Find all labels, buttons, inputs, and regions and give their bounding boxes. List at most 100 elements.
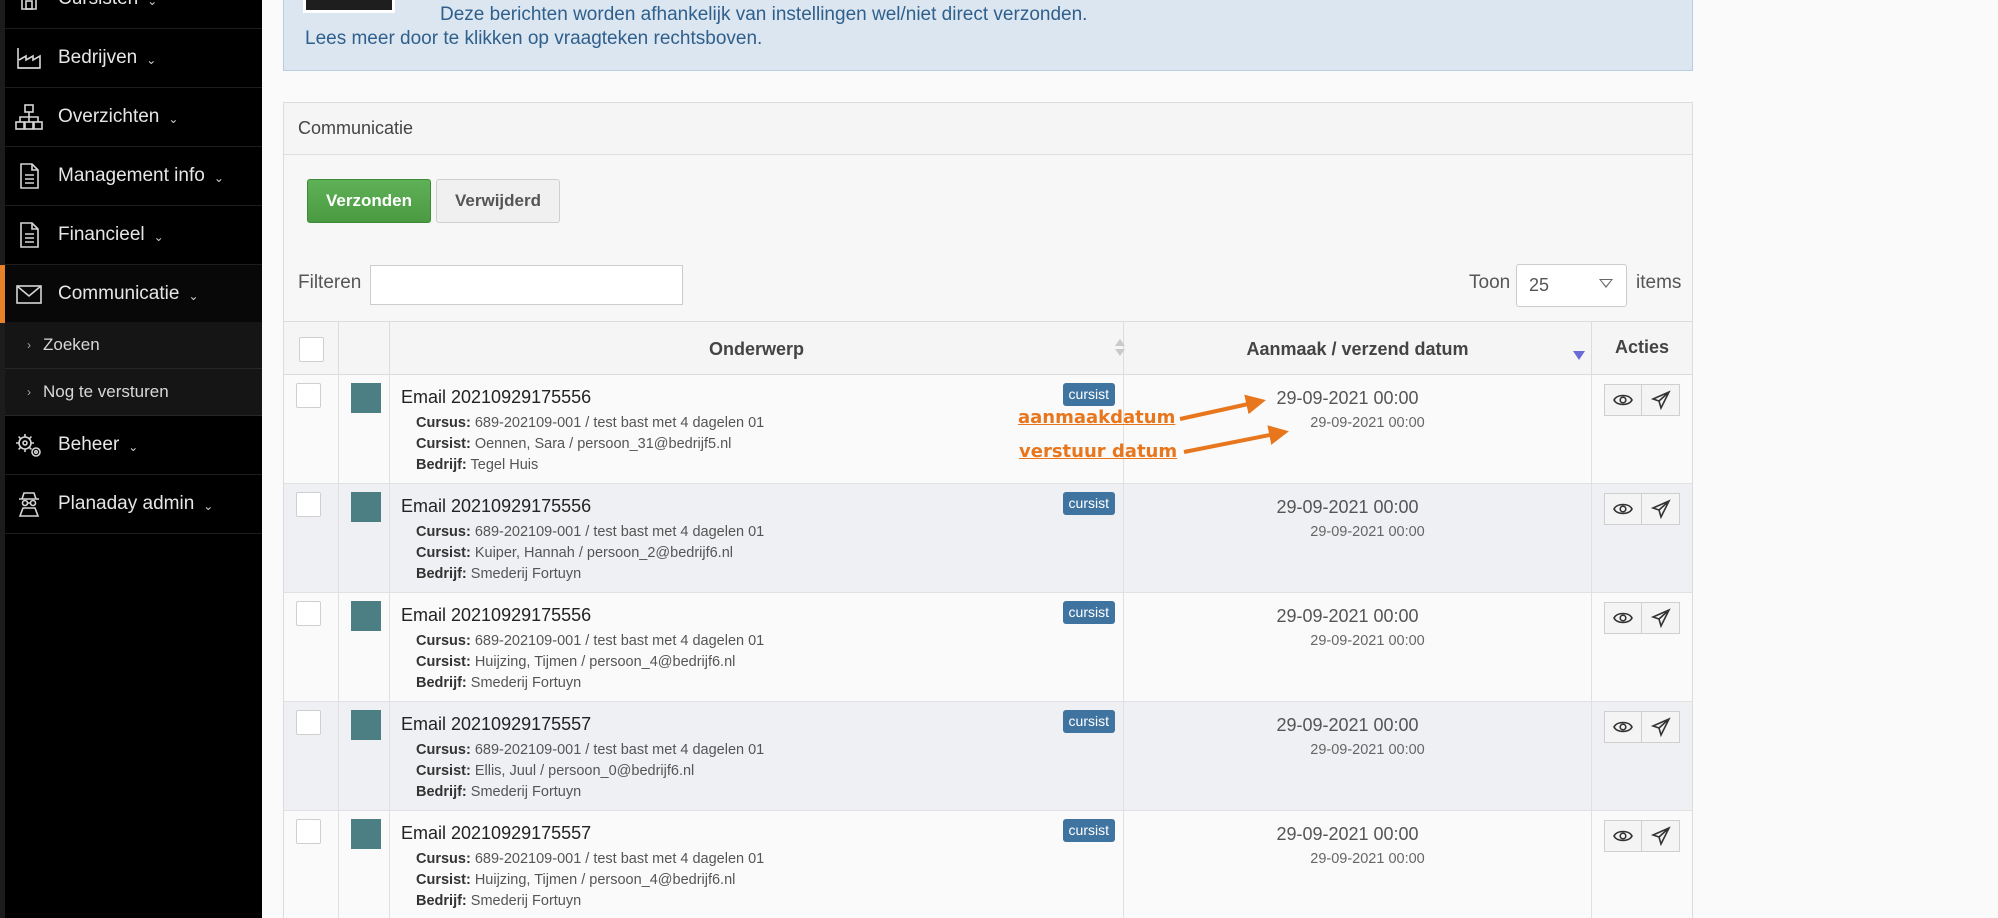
sent-date: 29-09-2021 00:00 xyxy=(1310,415,1425,431)
select-all-checkbox[interactable] xyxy=(298,336,324,362)
status-indicator xyxy=(351,819,381,849)
paper-plane-icon xyxy=(1650,608,1671,628)
sidebar-item-overzichten[interactable]: Overzichten ⌄ xyxy=(0,88,262,147)
page-size-select[interactable]: 25 xyxy=(1516,264,1627,307)
sidebar-item-label: Beheer xyxy=(58,434,120,455)
view-button[interactable] xyxy=(1604,602,1642,634)
annotation-sent-label: verstuur datum xyxy=(1019,441,1178,462)
message-company: Bedrijf: Smederij Fortuyn xyxy=(416,784,582,800)
message-course: Cursus: 689-202109-001 / test bast met 4… xyxy=(416,415,765,431)
table-row: Email 20210929175556 cursist Cursus: 689… xyxy=(284,593,1692,702)
sidebar-item-beheer[interactable]: Beheer ⌄ xyxy=(0,416,262,475)
row-subject-cell: Email 20210929175556 cursist Cursus: 689… xyxy=(390,593,1124,702)
sort-desc-icon xyxy=(1573,351,1585,360)
date-header[interactable]: Aanmaak / verzend datum xyxy=(1124,322,1592,376)
document-icon xyxy=(12,159,46,193)
sidebar-subitem-zoeken[interactable]: › Zoeken xyxy=(5,322,262,369)
info-alert: Deze berichten worden afhankelijk van in… xyxy=(283,0,1693,71)
recipient-type-badge: cursist xyxy=(1062,710,1115,733)
row-checkbox[interactable] xyxy=(296,710,321,735)
sidebar-item-bedrijven[interactable]: Bedrijven ⌄ xyxy=(0,29,262,88)
chevron-down-icon: ⌄ xyxy=(128,440,139,454)
row-subject-cell: Email 20210929175557 cursist Cursus: 689… xyxy=(390,702,1124,811)
send-button[interactable] xyxy=(1642,602,1680,634)
row-actions xyxy=(1604,384,1680,416)
row-checkbox[interactable] xyxy=(296,383,321,408)
view-button[interactable] xyxy=(1604,493,1642,525)
send-button[interactable] xyxy=(1642,493,1680,525)
sidebar-subitem-nog-te-versturen[interactable]: › Nog te versturen xyxy=(5,369,262,416)
sidebar-item-financieel[interactable]: Financieel ⌄ xyxy=(0,206,262,265)
eye-icon xyxy=(1613,394,1633,406)
chevron-down-icon: ⌄ xyxy=(168,112,179,126)
page-size-label: Toon xyxy=(1469,272,1511,293)
sidebar-item-management-info[interactable]: Management info ⌄ xyxy=(0,147,262,206)
row-select-cell xyxy=(284,375,339,484)
created-date: 29-09-2021 00:00 xyxy=(1276,497,1419,517)
row-status-cell xyxy=(339,375,390,484)
info-text-line2: Lees meer door te klikken op vraagteken … xyxy=(305,28,763,49)
status-indicator xyxy=(351,492,381,522)
recipient-type-badge: cursist xyxy=(1062,819,1115,842)
row-subject-cell: Email 20210929175556 cursist Cursus: 689… xyxy=(390,375,1124,484)
row-actions-cell xyxy=(1592,702,1692,811)
row-status-cell xyxy=(339,702,390,811)
chevron-down-icon: ⌄ xyxy=(146,53,157,67)
chevron-down-icon: ⌄ xyxy=(203,499,214,513)
paper-plane-icon xyxy=(1650,717,1671,737)
chevron-down-icon: ⌄ xyxy=(147,0,158,8)
sidebar-item-planaday-admin[interactable]: Planaday admin ⌄ xyxy=(0,475,262,534)
row-actions xyxy=(1604,602,1680,634)
sent-date: 29-09-2021 00:00 xyxy=(1310,851,1425,867)
message-title: Email 20210929175557 xyxy=(401,714,592,734)
row-actions-cell xyxy=(1592,593,1692,702)
row-select-cell xyxy=(284,702,339,811)
envelope-icon xyxy=(12,277,46,311)
sidebar-item-label: Communicatie xyxy=(58,283,180,304)
sidebar-item-cursisten[interactable]: Cursisten ⌄ xyxy=(0,0,262,29)
row-date-cell: 29-09-2021 00:00 29-09-2021 00:00 xyxy=(1124,593,1592,702)
filter-input[interactable] xyxy=(370,265,683,305)
sent-button[interactable]: Verzonden xyxy=(307,179,431,223)
view-button[interactable] xyxy=(1604,711,1642,743)
row-status-cell xyxy=(339,484,390,593)
send-button[interactable] xyxy=(1642,384,1680,416)
row-actions xyxy=(1604,493,1680,525)
eye-icon xyxy=(1613,830,1633,842)
send-button[interactable] xyxy=(1642,820,1680,852)
message-company: Bedrijf: Smederij Fortuyn xyxy=(416,893,582,909)
sidebar-item-label: Financieel xyxy=(58,224,145,245)
row-date-cell: 29-09-2021 00:00 29-09-2021 00:00 xyxy=(1124,484,1592,593)
row-date-cell: 29-09-2021 00:00 29-09-2021 00:00 xyxy=(1124,375,1592,484)
message-title: Email 20210929175557 xyxy=(401,823,592,843)
deleted-button[interactable]: Verwijderd xyxy=(436,179,560,223)
row-checkbox[interactable] xyxy=(296,601,321,626)
subject-header[interactable]: Onderwerp xyxy=(390,322,1125,376)
message-company: Bedrijf: Tegel Huis xyxy=(416,457,539,473)
message-student: Cursist: Huijzing, Tijmen / persoon_4@be… xyxy=(416,654,736,670)
gears-icon xyxy=(12,428,46,462)
sidebar-item-label: Cursisten xyxy=(58,0,138,10)
table-header: Onderwerp Aanmaak / verzend datum Acties xyxy=(284,321,1692,376)
house-icon xyxy=(12,0,46,16)
row-checkbox[interactable] xyxy=(296,492,321,517)
row-actions xyxy=(1604,711,1680,743)
message-title: Email 20210929175556 xyxy=(401,605,592,625)
caret-down-icon xyxy=(1599,279,1613,288)
view-button[interactable] xyxy=(1604,820,1642,852)
info-thumbnail xyxy=(303,0,395,13)
recipient-type-badge: cursist xyxy=(1062,601,1115,624)
sidebar-item-communicatie[interactable]: Communicatie ⌄ xyxy=(0,265,262,324)
sidebar: Cursisten ⌄ Bedrijven ⌄ Overzichten ⌄ Ma… xyxy=(0,0,262,918)
view-button[interactable] xyxy=(1604,384,1642,416)
status-indicator xyxy=(351,383,381,413)
send-button[interactable] xyxy=(1642,711,1680,743)
paper-plane-icon xyxy=(1650,826,1671,846)
row-checkbox[interactable] xyxy=(296,819,321,844)
message-course: Cursus: 689-202109-001 / test bast met 4… xyxy=(416,524,765,540)
select-all-cell xyxy=(284,322,339,376)
row-actions-cell xyxy=(1592,375,1692,484)
eye-icon xyxy=(1613,612,1633,624)
sidebar-item-label: Planaday admin xyxy=(58,493,195,514)
created-date: 29-09-2021 00:00 xyxy=(1276,715,1419,735)
